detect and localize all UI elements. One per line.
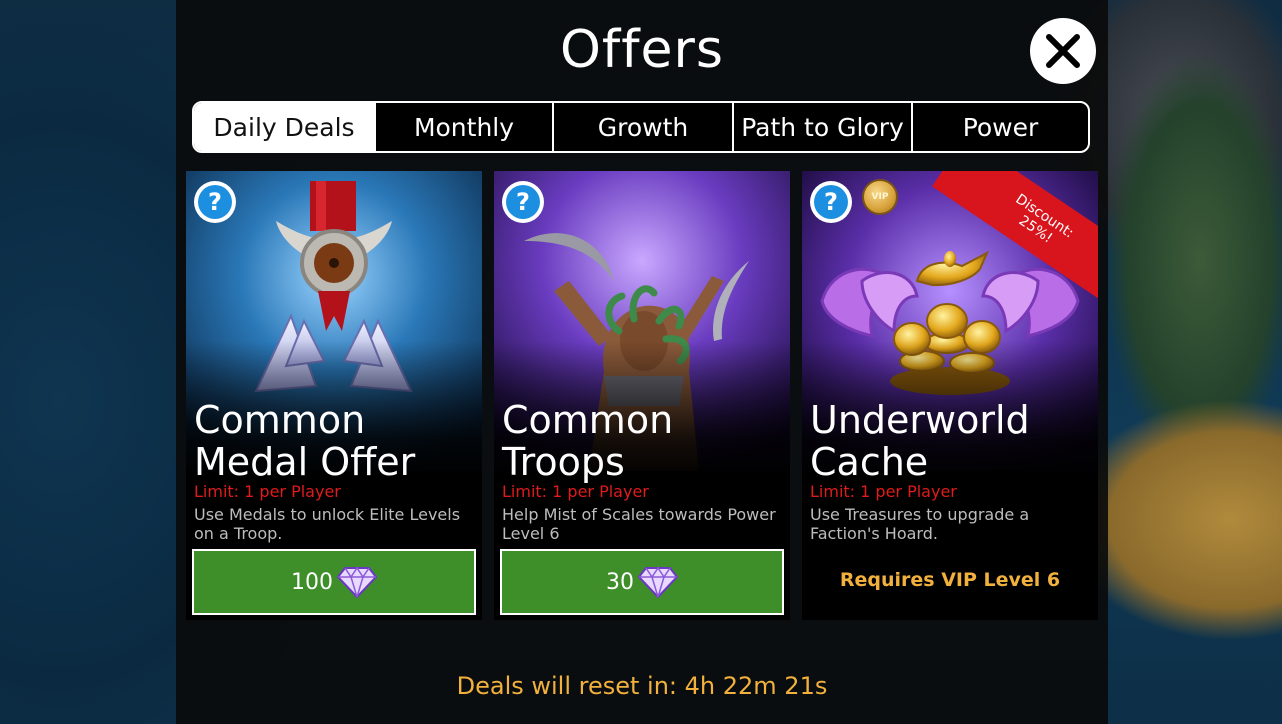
gem-icon bbox=[337, 566, 377, 598]
offer-description: Use Treasures to upgrade a Faction's Hoa… bbox=[810, 505, 1030, 543]
offer-title: Common Medal Offer bbox=[194, 398, 416, 484]
offer-card-troops: ? Common Troops Limit: 1 per Player Help… bbox=[494, 171, 790, 620]
tab-growth[interactable]: Growth bbox=[554, 103, 734, 151]
price-label: 30 bbox=[606, 569, 634, 595]
buy-button[interactable]: 30 bbox=[500, 549, 784, 615]
help-button[interactable]: ? bbox=[810, 181, 852, 223]
offer-title: Underworld Cache bbox=[810, 398, 1030, 484]
offer-description: Use Medals to unlock Elite Levels on a T… bbox=[194, 505, 461, 543]
tab-monthly[interactable]: Monthly bbox=[376, 103, 554, 151]
help-button[interactable]: ? bbox=[502, 181, 544, 223]
tab-path-to-glory[interactable]: Path to Glory bbox=[734, 103, 913, 151]
reset-timer: Deals will reset in: 4h 22m 21s bbox=[456, 672, 828, 700]
buy-button[interactable]: 100 bbox=[192, 549, 476, 615]
offer-card-underworld-cache: Discount: 25%! ? VIP Underworld Cache Li… bbox=[802, 171, 1098, 620]
tab-daily-deals[interactable]: Daily Deals bbox=[194, 103, 376, 151]
offer-title: Common Troops bbox=[502, 398, 674, 484]
offer-limit: Limit: 1 per Player bbox=[194, 482, 341, 501]
gem-icon bbox=[638, 566, 678, 598]
question-icon: ? bbox=[506, 185, 540, 219]
offer-card-medal: ? Common Medal Offer Limit: 1 per Player… bbox=[186, 171, 482, 620]
help-button[interactable]: ? bbox=[194, 181, 236, 223]
offer-description: Help Mist of Scales towards Power Level … bbox=[502, 505, 776, 543]
offer-tabs: Daily Deals Monthly Growth Path to Glory… bbox=[192, 101, 1090, 153]
close-icon bbox=[1046, 34, 1080, 68]
price-label: 100 bbox=[291, 569, 333, 595]
question-icon: ? bbox=[814, 185, 848, 219]
offer-limit: Limit: 1 per Player bbox=[502, 482, 649, 501]
vip-requirement: Requires VIP Level 6 bbox=[839, 569, 1061, 591]
tab-power[interactable]: Power bbox=[913, 103, 1088, 151]
question-icon: ? bbox=[198, 185, 232, 219]
close-button[interactable] bbox=[1030, 18, 1096, 84]
vip-coin-icon: VIP bbox=[862, 179, 898, 215]
offer-limit: Limit: 1 per Player bbox=[810, 482, 957, 501]
page-title: Offers bbox=[559, 20, 724, 80]
